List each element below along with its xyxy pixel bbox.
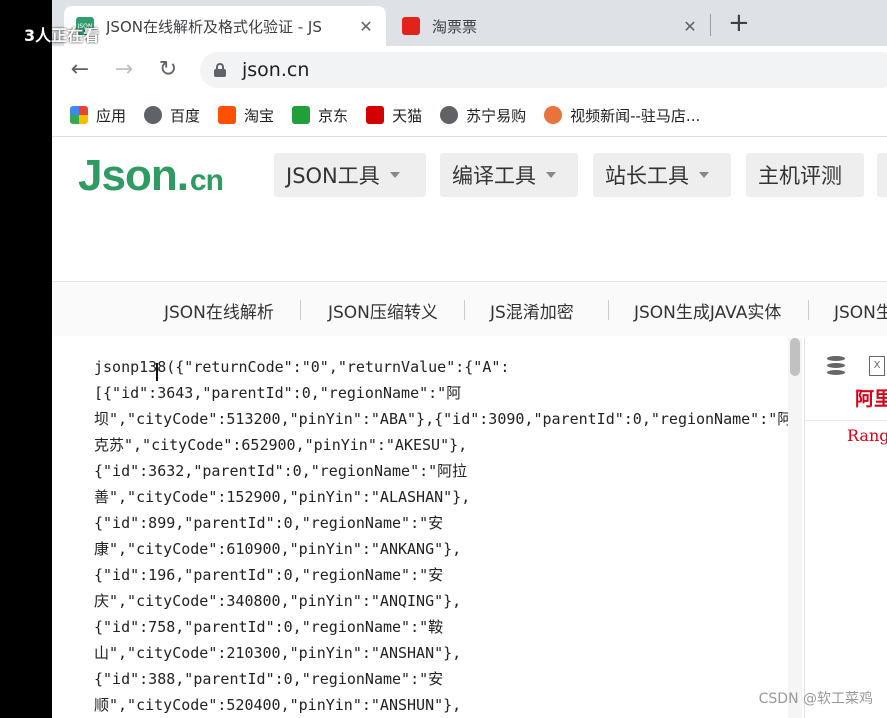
bookmark-taobao[interactable]: 淘宝 xyxy=(218,105,274,126)
tmall-icon xyxy=(366,106,385,124)
json-text[interactable]: jsonp138({"returnCode":"0","returnValue"… xyxy=(94,354,793,718)
live-viewer-overlay xyxy=(0,0,52,718)
tab-divider xyxy=(710,14,711,36)
subnav-divider xyxy=(300,300,301,320)
subnav-json-to-java[interactable]: JSON生成JAVA实体 xyxy=(634,298,781,323)
bookmark-tmall[interactable]: 天猫 xyxy=(366,105,422,126)
url-text[interactable]: json.cn xyxy=(242,59,309,81)
database-icon[interactable] xyxy=(827,356,845,376)
menu-host-review[interactable]: 主机评测 xyxy=(746,153,864,197)
taobao-icon xyxy=(218,106,237,124)
editor-line: {"id":758,"parentId":0,"regionName":"鞍 xyxy=(94,618,444,636)
subnav-js-obfuscate[interactable]: JS混淆加密 xyxy=(490,298,574,323)
site-logo[interactable]: Json.cn xyxy=(78,151,224,201)
subnav-json-compress[interactable]: JSON压缩转义 xyxy=(328,298,438,323)
editor-line: 善","cityCode":152900,"pinYin":"ALASHAN"}… xyxy=(94,488,471,506)
subnav-divider xyxy=(608,300,609,320)
editor-line: {"id":388,"parentId":0,"regionName":"安 xyxy=(94,670,444,688)
bookmark-video-news[interactable]: 视频新闻--驻马店... xyxy=(544,105,700,126)
text-cursor-icon xyxy=(156,363,158,381)
menu-json-tools[interactable]: JSON工具 xyxy=(274,153,426,197)
editor-line: 康","cityCode":610900,"pinYin":"ANKANG"}, xyxy=(94,540,462,558)
chevron-down-icon xyxy=(699,172,709,178)
video-icon xyxy=(544,106,563,124)
globe-icon xyxy=(440,106,459,124)
chevron-down-icon xyxy=(389,172,400,178)
editor-line: 庆","cityCode":340800,"pinYin":"ANQING"}, xyxy=(94,592,462,610)
reload-button[interactable]: ↻ xyxy=(154,56,182,84)
lock-icon[interactable] xyxy=(214,63,226,77)
subnav-json-parse[interactable]: JSON在线解析 xyxy=(164,298,274,323)
output-divider xyxy=(805,420,887,421)
new-tab-button[interactable]: + xyxy=(728,8,750,38)
editor-line: 克苏","cityCode":652900,"pinYin":"AKESU"}, xyxy=(94,436,468,454)
editor-line: [{"id":3643,"parentId":0,"regionName":"阿 xyxy=(94,384,462,402)
scrollbar-thumb[interactable] xyxy=(790,338,800,376)
excel-icon[interactable]: X xyxy=(869,356,885,376)
bookmarks-bar: 应用 百度 淘宝 京东 天猫 苏宁易购 视频新闻--驻马店... xyxy=(52,94,887,137)
editor-line: 坝","cityCode":513200,"pinYin":"ABA"},{"i… xyxy=(94,410,793,428)
subnav-divider xyxy=(808,300,809,320)
editor-scrollbar[interactable] xyxy=(788,338,802,718)
bookmark-apps[interactable]: 应用 xyxy=(70,105,126,126)
browser-window: JSON JSON在线解析及格式化验证 - JS ✕ 淘票票 ✕ + ← → ↻… xyxy=(52,0,887,718)
sub-navigation: JSON在线解析 JSON压缩转义 JS混淆加密 JSON生成JAVA实体 JS… xyxy=(52,282,887,336)
tab-strip: JSON JSON在线解析及格式化验证 - JS ✕ 淘票票 ✕ + xyxy=(52,0,887,46)
output-subtitle: Rang xyxy=(847,426,887,445)
back-button[interactable]: ← xyxy=(66,56,94,84)
tab-title: 淘票票 xyxy=(432,17,478,36)
editor-line: {"id":899,"parentId":0,"regionName":"安 xyxy=(94,514,444,532)
chevron-down-icon xyxy=(546,172,556,178)
address-toolbar: ← → ↻ json.cn xyxy=(52,46,887,94)
bookmark-jd[interactable]: 京东 xyxy=(292,105,348,126)
editor-line: jsonp138({"returnCode":"0","returnValue"… xyxy=(94,358,510,376)
output-panel: X 阿里 Rang xyxy=(805,338,887,718)
editor-line: {"id":3632,"parentId":0,"regionName":"阿拉 xyxy=(94,462,468,480)
viewer-count-label: 3人正在看 xyxy=(24,26,100,45)
close-icon[interactable]: ✕ xyxy=(358,17,374,36)
site-header: Json.cn JSON工具 编译工具 站长工具 主机评测 xyxy=(52,137,887,282)
address-bar[interactable]: json.cn xyxy=(200,52,887,88)
forward-button[interactable]: → xyxy=(110,56,138,84)
editor-line: {"id":196,"parentId":0,"regionName":"安 xyxy=(94,566,444,584)
close-icon[interactable]: ✕ xyxy=(682,17,698,36)
json-input-editor[interactable]: jsonp138({"returnCode":"0","returnValue"… xyxy=(52,338,805,718)
tab-title: JSON在线解析及格式化验证 - JS xyxy=(106,17,322,36)
tab-json[interactable]: JSON JSON在线解析及格式化验证 - JS ✕ xyxy=(64,6,386,46)
bookmark-suning[interactable]: 苏宁易购 xyxy=(440,105,526,126)
tab-taopiaopiao[interactable]: 淘票票 ✕ xyxy=(390,6,710,46)
editor-line: 山","cityCode":210300,"pinYin":"ANSHAN"}, xyxy=(94,644,462,662)
subnav-json-more[interactable]: JSON生 xyxy=(834,298,887,323)
watermark-text: CSDN @软工菜鸡 xyxy=(758,691,873,707)
subnav-divider xyxy=(464,300,465,320)
jd-icon xyxy=(292,106,311,124)
globe-icon xyxy=(144,106,163,124)
menu-webmaster-tools[interactable]: 站长工具 xyxy=(593,153,731,197)
menu-compile-tools[interactable]: 编译工具 xyxy=(440,153,578,197)
apps-icon xyxy=(70,106,88,124)
output-title: 阿里 xyxy=(855,388,887,410)
taopiaopiao-favicon-icon xyxy=(402,17,420,35)
bookmark-baidu[interactable]: 百度 xyxy=(144,105,200,126)
menu-more[interactable] xyxy=(877,153,887,197)
editor-line: 顺","cityCode":520400,"pinYin":"ANSHUN"}, xyxy=(94,696,462,714)
